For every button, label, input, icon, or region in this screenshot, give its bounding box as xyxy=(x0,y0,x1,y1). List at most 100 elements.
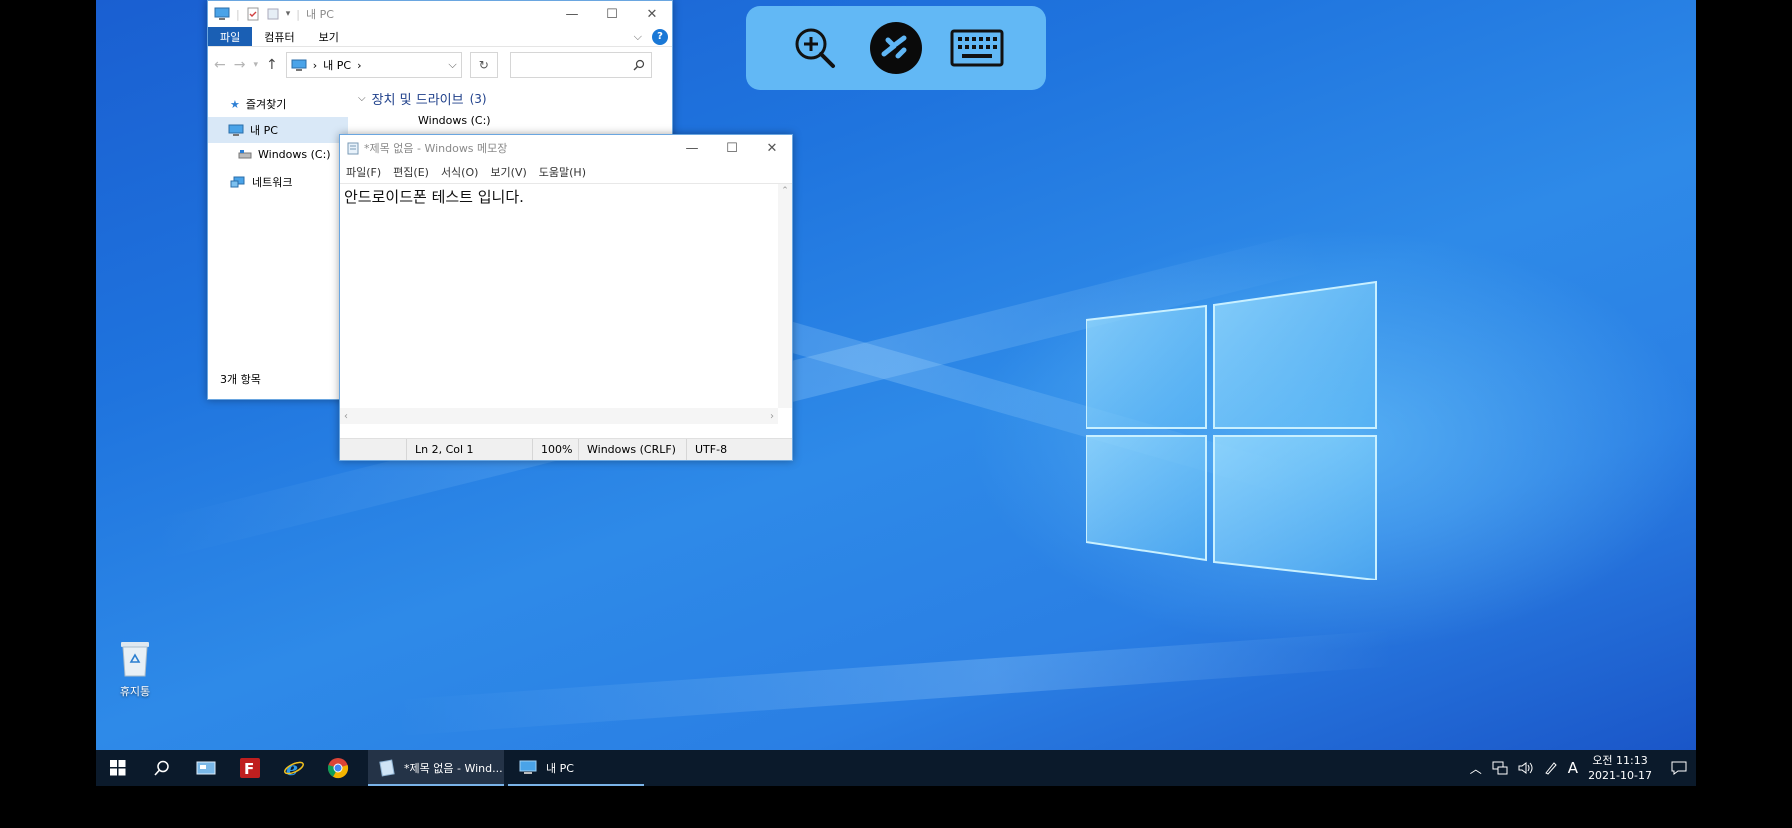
vertical-scrollbar[interactable]: ⌃ xyxy=(778,184,792,408)
taskbar-app-label: 내 PC xyxy=(546,762,574,775)
up-button[interactable]: ↑ xyxy=(266,57,278,73)
chrome-button[interactable] xyxy=(316,750,360,786)
menu-view[interactable]: 보기(V) xyxy=(490,164,526,180)
notifications-icon[interactable] xyxy=(1670,760,1688,776)
taskbar-app-label: *제목 없음 - Wind... xyxy=(404,762,503,775)
pen-icon[interactable] xyxy=(1544,761,1558,775)
text-editor[interactable]: 안드로이드폰 테스트 입니다. ⌃ ‹ › xyxy=(340,183,792,424)
drive-icon xyxy=(238,150,252,159)
task-view-button[interactable] xyxy=(184,750,228,786)
navigation-bar: ← → ▾ ↑ › 내 PC › ⌵ ↻ xyxy=(208,47,672,83)
clock-time: 오전 11:13 xyxy=(1592,754,1648,767)
forward-button[interactable]: → xyxy=(234,57,246,73)
recycle-bin-label: 휴지통 xyxy=(119,685,151,698)
properties-icon[interactable] xyxy=(246,7,260,21)
help-icon[interactable]: ? xyxy=(652,28,668,45)
search-input[interactable] xyxy=(509,52,652,78)
keyboard-button[interactable] xyxy=(949,20,1005,76)
group-header[interactable]: ⌵ 장치 및 드라이브 (3) xyxy=(358,89,662,109)
horizontal-scrollbar[interactable]: ‹ › xyxy=(340,408,778,424)
close-button[interactable]: ✕ xyxy=(752,135,792,161)
breadcrumb-separator-icon: › xyxy=(357,58,362,72)
refresh-button[interactable]: ↻ xyxy=(469,52,498,78)
group-count: (3) xyxy=(469,91,487,106)
menu-format[interactable]: 서식(O) xyxy=(441,164,478,180)
recent-locations-icon[interactable]: ▾ xyxy=(253,60,258,70)
menu-edit[interactable]: 편집(E) xyxy=(393,164,429,180)
light-beam xyxy=(394,630,1395,736)
status-bar-text: 3개 항목 xyxy=(220,373,261,386)
file-explorer-icon xyxy=(196,761,216,775)
windows-logo xyxy=(1086,280,1377,580)
volume-icon[interactable] xyxy=(1518,761,1534,775)
nav-item-label: 즐겨찾기 xyxy=(245,98,287,111)
ime-indicator[interactable]: A xyxy=(1568,759,1578,777)
filezilla-button[interactable]: F xyxy=(228,750,272,786)
status-spacer xyxy=(340,439,406,460)
explorer-titlebar[interactable]: | ▾ | 내 PC — ☐ ✕ xyxy=(208,1,672,27)
tab-file[interactable]: 파일 xyxy=(208,27,253,46)
notepad-icon xyxy=(347,142,359,155)
tab-view[interactable]: 보기 xyxy=(307,27,351,46)
system-tray: ︿ A 오전 11:13 2021-10-17 xyxy=(1470,753,1696,783)
back-button[interactable]: ← xyxy=(214,57,226,73)
filezilla-icon: F xyxy=(240,758,260,778)
address-dropdown-icon[interactable]: ⌵ xyxy=(448,58,456,72)
start-button[interactable] xyxy=(96,750,140,786)
address-bar[interactable]: › 내 PC › ⌵ xyxy=(285,52,462,78)
scroll-right-icon[interactable]: › xyxy=(770,411,774,422)
clock-date: 2021-10-17 xyxy=(1588,769,1652,782)
group-label: 장치 및 드라이브 xyxy=(371,93,464,108)
this-pc-icon xyxy=(519,760,537,774)
quick-access-dropdown-icon[interactable]: ▾ xyxy=(286,9,291,19)
nav-item-network[interactable]: 네트워크 xyxy=(208,169,348,195)
clock[interactable]: 오전 11:13 2021-10-17 xyxy=(1588,753,1652,783)
menu-bar: 파일(F) 편집(E) 서식(O) 보기(V) 도움말(H) xyxy=(340,161,792,183)
star-icon: ★ xyxy=(230,97,240,111)
taskbar: F e *제목 없음 - Wind... 내 PC ︿ A 오전 11:13 2… xyxy=(96,750,1696,786)
maximize-button[interactable]: ☐ xyxy=(592,1,632,27)
menu-file[interactable]: 파일(F) xyxy=(346,164,381,180)
new-folder-icon[interactable] xyxy=(266,7,280,21)
recycle-bin-icon xyxy=(121,642,149,677)
menu-help[interactable]: 도움말(H) xyxy=(539,164,586,180)
notepad-icon xyxy=(379,759,395,777)
nav-item-label: Windows (C:) xyxy=(258,147,331,161)
notepad-window: *제목 없음 - Windows 메모장 — ☐ ✕ 파일(F) 편집(E) 서… xyxy=(339,134,793,461)
maximize-button[interactable]: ☐ xyxy=(712,135,752,161)
status-encoding: UTF-8 xyxy=(686,439,792,460)
minimize-button[interactable]: — xyxy=(552,1,592,27)
remote-desktop-button[interactable] xyxy=(868,20,924,76)
search-icon xyxy=(633,59,644,71)
this-pc-icon xyxy=(291,59,307,71)
close-button[interactable]: ✕ xyxy=(632,1,672,27)
drive-item[interactable]: Windows (C:) xyxy=(418,114,662,127)
scroll-up-icon[interactable]: ⌃ xyxy=(778,186,792,196)
notepad-title: *제목 없음 - Windows 메모장 xyxy=(364,142,508,155)
chrome-icon xyxy=(327,758,349,779)
show-hidden-icons-icon[interactable]: ︿ xyxy=(1470,760,1482,777)
scroll-left-icon[interactable]: ‹ xyxy=(344,411,348,422)
taskbar-app-notepad[interactable]: *제목 없음 - Wind... xyxy=(368,750,504,786)
nav-item-this-pc[interactable]: 내 PC xyxy=(208,117,348,143)
search-button[interactable] xyxy=(140,750,184,786)
taskbar-app-this-pc[interactable]: 내 PC xyxy=(508,750,644,786)
nav-item-favorites[interactable]: ★ 즐겨찾기 xyxy=(208,91,348,117)
address-text: 내 PC xyxy=(323,59,352,72)
minimize-button[interactable]: — xyxy=(672,135,712,161)
zoom-button[interactable] xyxy=(787,20,843,76)
keyboard-icon xyxy=(950,29,1004,67)
refresh-icon: ↻ xyxy=(478,58,489,72)
nav-item-drive-c[interactable]: Windows (C:) xyxy=(208,143,348,165)
windows-start-icon xyxy=(110,760,126,776)
ribbon-expand-icon[interactable]: ⌵ xyxy=(634,30,642,44)
collapse-icon: ⌵ xyxy=(358,93,366,104)
internet-explorer-button[interactable]: e xyxy=(272,750,316,786)
recycle-bin[interactable]: 휴지통 xyxy=(108,640,162,699)
status-position: Ln 2, Col 1 xyxy=(406,439,532,460)
network-icon[interactable] xyxy=(1492,761,1508,775)
notepad-titlebar[interactable]: *제목 없음 - Windows 메모장 — ☐ ✕ xyxy=(340,135,792,161)
editor-text[interactable]: 안드로이드폰 테스트 입니다. xyxy=(344,186,524,207)
remote-desktop-icon xyxy=(869,22,922,74)
tab-computer[interactable]: 컴퓨터 xyxy=(252,27,306,46)
